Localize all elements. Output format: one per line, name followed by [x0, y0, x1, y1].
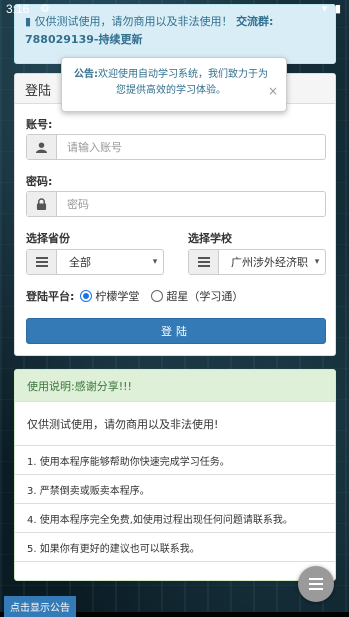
chevron-down-icon: ▾: [314, 257, 320, 267]
account-input[interactable]: [57, 135, 325, 159]
menu-icon: [309, 578, 323, 580]
list-item: 5. 如果你有更好的建议也可以联系我。: [15, 533, 335, 562]
login-panel: 登陆 账号: 密码: 选择省份 选择学校 全部 ▾ 广州涉外经济职 ▾ 登陆平台…: [14, 73, 336, 356]
menu-button[interactable]: [298, 566, 334, 602]
instructions-intro: 仅供测试使用，请勿商用以及非法使用!: [15, 402, 335, 446]
status-time: 3:16: [6, 2, 30, 16]
chevron-down-icon: ▾: [152, 257, 158, 267]
notice-group-number: 788029139-持续更新: [25, 33, 143, 46]
list-item: 3. 严禁倒卖或贩卖本程序。: [15, 475, 335, 504]
platform-option-chaoxing[interactable]: 超星（学习通）: [151, 288, 243, 304]
province-value: 全部: [69, 256, 91, 269]
status-bar: 3:16 ⚙ ▾ ▮: [0, 0, 349, 18]
school-select[interactable]: 广州涉外经济职 ▾: [188, 249, 326, 275]
platform-option-lemon[interactable]: 柠檬学堂: [80, 288, 139, 304]
account-label: 账号:: [26, 118, 53, 131]
popup-text: 欢迎使用自动学习系统，我们致力于为您提供高效的学习体验。: [98, 69, 268, 96]
battery-icon: ▮: [334, 2, 343, 15]
password-label: 密码:: [26, 175, 53, 188]
wifi-icon: ▾: [321, 2, 330, 15]
account-field[interactable]: [26, 134, 326, 160]
platform-label: 登陆平台:: [26, 290, 75, 303]
school-label: 选择学校: [188, 232, 232, 245]
instructions-heading: 使用说明:感谢分享!!!: [15, 370, 335, 402]
instructions-panel: 使用说明:感谢分享!!! 仅供测试使用，请勿商用以及非法使用! 1. 使用本程序…: [14, 369, 336, 581]
password-field[interactable]: [26, 191, 326, 217]
list-icon: [189, 250, 219, 274]
user-icon: [27, 135, 57, 159]
list-item: 1. 使用本程序能够帮助你快速完成学习任务。: [15, 446, 335, 475]
gear-icon: ⚙: [40, 2, 50, 15]
login-button[interactable]: 登陆: [26, 318, 326, 344]
list-item: 4. 使用本程序完全免费,如使用过程出现任何问题请联系我。: [15, 504, 335, 533]
password-input[interactable]: [57, 192, 325, 216]
platform-row: 登陆平台: 柠檬学堂 超星（学习通）: [26, 288, 255, 304]
close-icon[interactable]: ×: [268, 83, 278, 99]
lock-icon: [27, 192, 57, 216]
show-notice-button[interactable]: 点击显示公告: [4, 596, 76, 617]
announcement-popup: 公告:欢迎使用自动学习系统，我们致力于为您提供高效的学习体验。 ×: [61, 57, 287, 112]
list-icon: [27, 250, 57, 274]
province-select[interactable]: 全部 ▾: [26, 249, 164, 275]
province-label: 选择省份: [26, 232, 70, 245]
school-value: 广州涉外经济职: [231, 256, 308, 269]
radio-lemon[interactable]: [80, 290, 93, 302]
popup-prefix: 公告:: [74, 69, 98, 80]
instructions-list: 1. 使用本程序能够帮助你快速完成学习任务。 3. 严禁倒卖或贩卖本程序。 4.…: [15, 446, 335, 562]
radio-chaoxing[interactable]: [151, 290, 164, 302]
